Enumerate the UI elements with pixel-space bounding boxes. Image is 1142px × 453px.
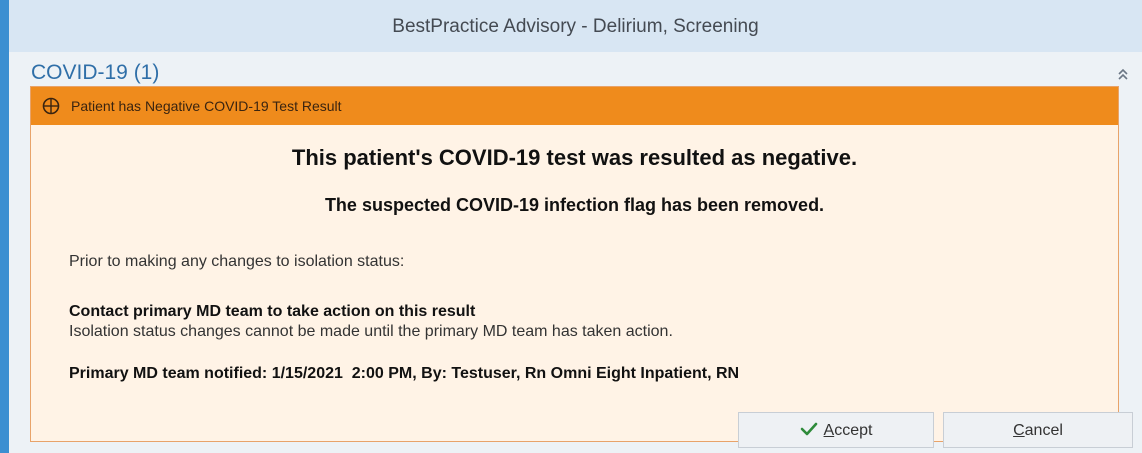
alert-subheadline: The suspected COVID-19 infection flag ha… [324, 195, 825, 215]
notified-status-text: Primary MD team notified: 1/15/2021 2:00… [69, 365, 740, 382]
alert-headline: This patient's COVID-19 test was resulte… [291, 145, 858, 170]
window-title: BestPractice Advisory - Delirium, Screen… [392, 16, 759, 37]
alert-badge-icon [42, 97, 60, 115]
window-left-border [0, 0, 9, 453]
advisory-window: BestPractice Advisory - Delirium, Screen… [0, 0, 1142, 453]
cancel-button-mnemonic: C [1013, 422, 1025, 439]
section-title: COVID-19 (1) [31, 61, 160, 84]
double-chevron-up-icon[interactable] [1116, 66, 1130, 82]
alert-header: Patient has Negative COVID-19 Test Resul… [31, 87, 1118, 125]
cancel-button[interactable]: Cancel [943, 412, 1133, 448]
contact-action-description: Isolation status changes cannot be made … [69, 323, 673, 340]
advisory-content: COVID-19 (1) Patient has Negative COVID-… [9, 52, 1142, 453]
title-bar[interactable]: BestPractice Advisory - Delirium, Screen… [9, 0, 1142, 53]
accept-button[interactable]: Accept [738, 412, 934, 448]
prior-instruction-text: Prior to making any changes to isolation… [69, 253, 405, 270]
cancel-button-label: ancel [1024, 422, 1063, 439]
checkmark-icon [800, 422, 817, 436]
alert-body: This patient's COVID-19 test was resulte… [31, 125, 1118, 441]
alert-box: Patient has Negative COVID-19 Test Resul… [30, 86, 1119, 442]
accept-button-label: ccept [834, 422, 873, 439]
alert-header-text: Patient has Negative COVID-19 Test Resul… [71, 98, 342, 114]
accept-button-mnemonic: A [823, 422, 835, 439]
contact-action-title: Contact primary MD team to take action o… [69, 303, 476, 320]
